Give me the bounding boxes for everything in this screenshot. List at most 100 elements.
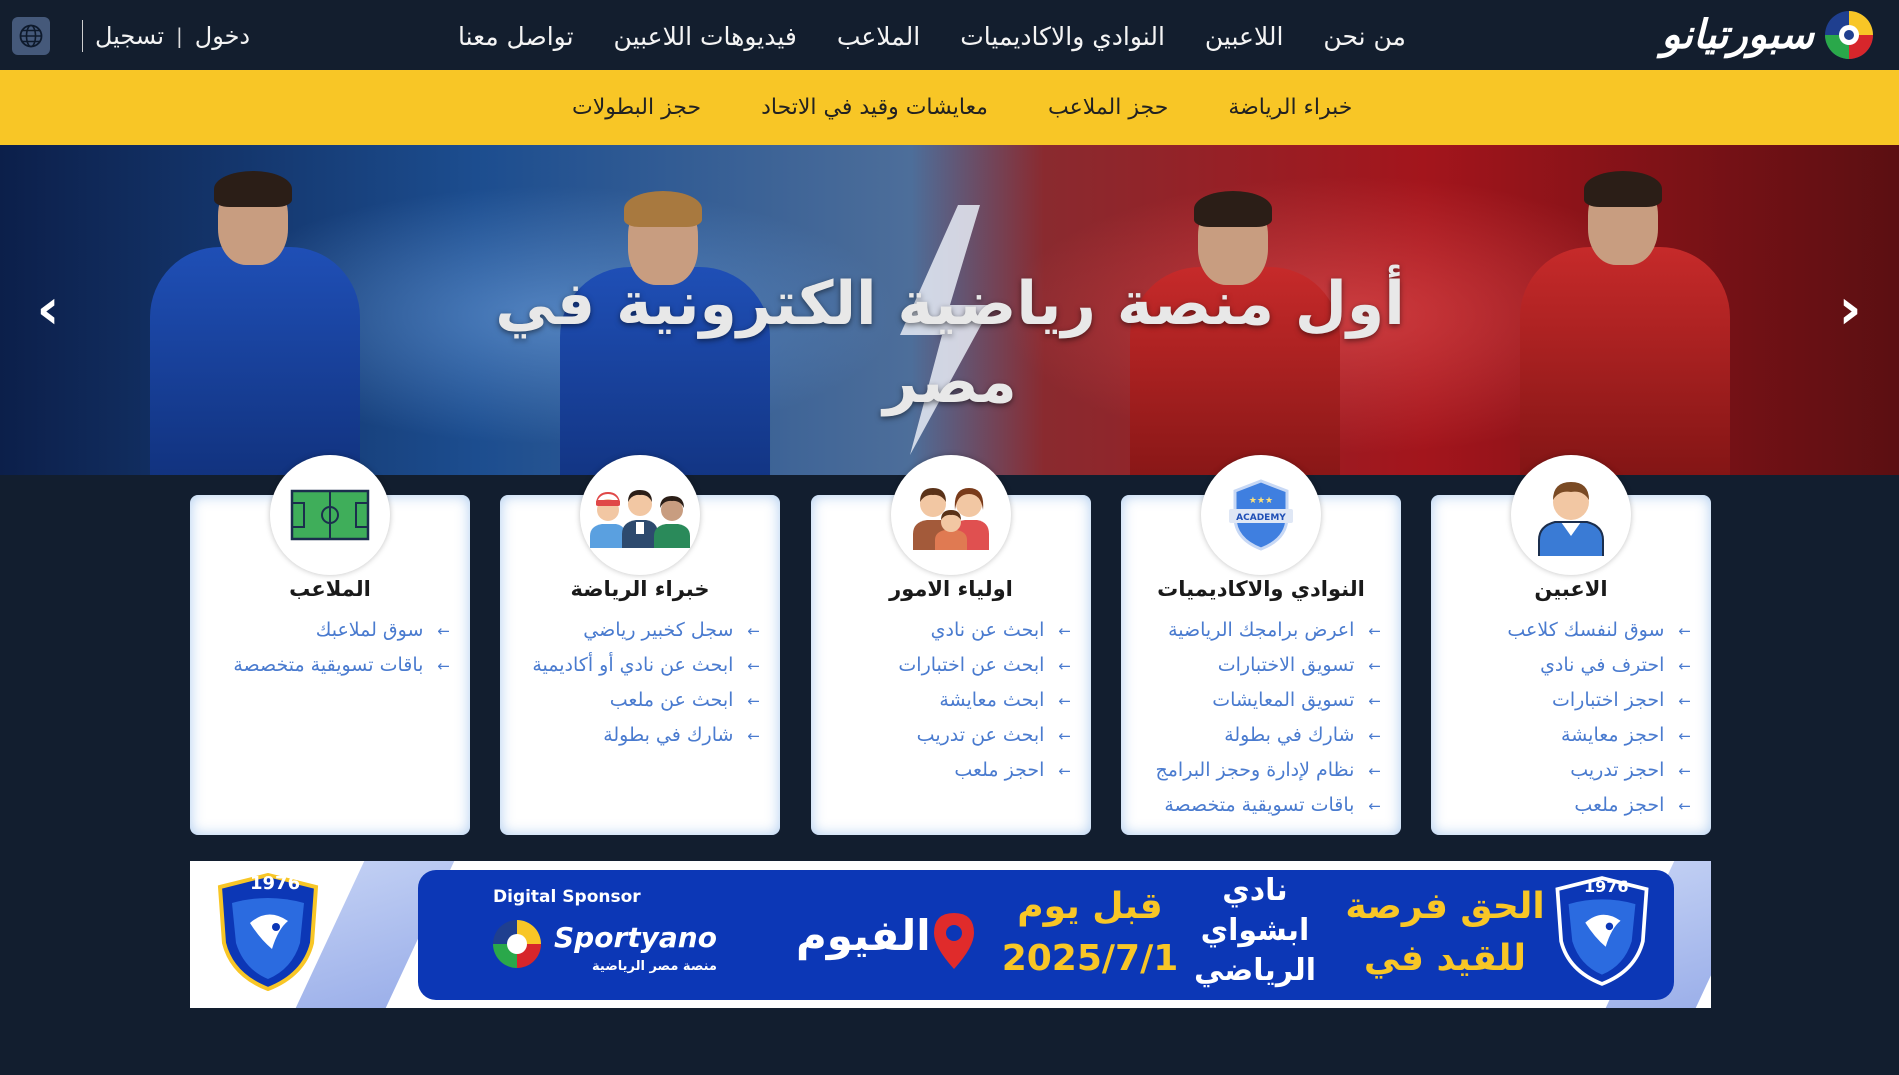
arrow-left-icon: ← — [1678, 727, 1691, 745]
card-link-label: ابحث عن نادي — [930, 619, 1045, 641]
arrow-left-icon: ← — [747, 727, 760, 745]
arrow-left-icon: ← — [1368, 762, 1381, 780]
player-hair — [1194, 191, 1272, 227]
login-link[interactable]: دخول — [195, 22, 250, 50]
nav-fields[interactable]: الملاعب — [837, 22, 920, 51]
card-title: الاعبين — [1534, 577, 1608, 601]
arrow-left-icon: ← — [1058, 762, 1071, 780]
nav-clubs[interactable]: النوادي والاكاديميات — [960, 22, 1165, 51]
arrow-left-icon: ← — [1678, 657, 1691, 675]
arrow-left-icon: ← — [1678, 692, 1691, 710]
register-link[interactable]: تسجيل — [95, 22, 164, 50]
card-link[interactable]: ← ابحث معايشة — [898, 683, 1071, 718]
nav-players[interactable]: اللاعبين — [1205, 22, 1284, 51]
deadline-line1: قبل يوم — [1017, 886, 1163, 927]
nav-contact[interactable]: تواصل معنا — [458, 22, 574, 51]
card-link[interactable]: ← تسويق المعايشات — [1155, 683, 1381, 718]
card-title: اولياء الامور — [889, 577, 1013, 601]
card-link[interactable]: ← احجز ملعب — [898, 753, 1071, 788]
card-icon-wrap — [1511, 455, 1631, 575]
sponsor-logo-icon — [493, 920, 541, 968]
card-icon-wrap: ACADEMY ★★★ — [1201, 455, 1321, 575]
card-link-label: احجز اختبارات — [1551, 689, 1665, 711]
card-link[interactable]: ← احجز معايشة — [1507, 718, 1691, 753]
promo-banner[interactable]: 1976 Digital Sponsor Sportyano منصة مصر … — [190, 861, 1711, 1008]
card-link[interactable]: ← احترف في نادي — [1507, 648, 1691, 683]
nav-player-videos[interactable]: فيديوهات اللاعبين — [614, 22, 797, 51]
arrow-left-icon: ← — [437, 657, 450, 675]
card-link[interactable]: ← شارك في بطولة — [1155, 718, 1381, 753]
card-link[interactable]: ← نظام لإدارة وحجز البرامج — [1155, 753, 1381, 788]
card-link[interactable]: ← احجز ملعب — [1507, 788, 1691, 823]
arrow-left-icon: ← — [747, 622, 760, 640]
crest-year-left: 1976 — [250, 873, 301, 894]
card-link-label: شارك في بطولة — [1224, 724, 1355, 746]
subnav-book-fields[interactable]: حجز الملاعب — [1048, 95, 1168, 120]
arrow-left-icon: ← — [1368, 692, 1381, 710]
card-link-label: ابحث عن تدريب — [916, 724, 1045, 746]
card-link[interactable]: ← سوق لنفسك كلاعب — [1507, 613, 1691, 648]
card-icon-wrap — [270, 455, 390, 575]
card-link[interactable]: ← سجل كخبير رياضي — [532, 613, 760, 648]
card-links: ← سوق لملاعبك ← باقات تسويقية متخصصة — [233, 613, 450, 683]
arrow-left-icon: ← — [1678, 622, 1691, 640]
arrow-left-icon: ← — [437, 622, 450, 640]
card-title: خبراء الرياضة — [570, 577, 710, 601]
nav-about[interactable]: من نحن — [1323, 22, 1406, 51]
card-link[interactable]: ← اعرض برامجك الرياضية — [1155, 613, 1381, 648]
card-link-label: باقات تسويقية متخصصة — [233, 654, 424, 676]
arrow-left-icon: ← — [1678, 762, 1691, 780]
site-logo[interactable]: سبورتيانو — [1596, 6, 1876, 64]
sponsor-name: Sportyano — [554, 921, 717, 954]
sub-navbar: خبراء الرياضة حجز الملاعب معايشات وقيد ف… — [0, 70, 1899, 145]
card-link[interactable]: ← سوق لملاعبك — [233, 613, 450, 648]
card-link-label: احجز معايشة — [1561, 724, 1665, 746]
hero-prev-arrow[interactable]: ‹ — [28, 282, 68, 338]
card-link[interactable]: ← ابحث عن تدريب — [898, 718, 1071, 753]
card-link[interactable]: ← شارك في بطولة — [532, 718, 760, 753]
subnav-book-tournaments[interactable]: حجز البطولات — [572, 95, 701, 120]
auth-links: تسجيل | دخول — [82, 17, 250, 55]
card-link[interactable]: ← باقات تسويقية متخصصة — [1155, 788, 1381, 823]
player-hair — [1584, 171, 1662, 207]
experts-icon — [590, 490, 690, 548]
card-links: ←اعرض برامجك الرياضية ←تسويق الاختبارات … — [1155, 613, 1381, 823]
card-link-label: اعرض برامجك الرياضية — [1168, 619, 1355, 641]
auth-separator: | — [176, 24, 183, 48]
card-link[interactable]: ← ابحث عن اختبارات — [898, 648, 1071, 683]
subnav-experts[interactable]: خبراء الرياضة — [1228, 95, 1352, 120]
language-button[interactable] — [12, 17, 50, 55]
field-icon — [290, 489, 370, 541]
card-link[interactable]: ← احجز اختبارات — [1507, 683, 1691, 718]
card-icon-wrap — [891, 455, 1011, 575]
sponsor-label: Digital Sponsor — [493, 887, 641, 907]
card-link[interactable]: ← باقات تسويقية متخصصة — [233, 648, 450, 683]
card-link[interactable]: ← ابحث عن نادي أو أكاديمية — [532, 648, 760, 683]
arrow-left-icon: ← — [1368, 622, 1381, 640]
card-link-label: شارك في بطولة — [603, 724, 734, 746]
player-hair — [624, 191, 702, 227]
headline-line2: للقيد في — [1363, 938, 1527, 979]
card-link[interactable]: ← ابحث عن ملعب — [532, 683, 760, 718]
card-title: الملاعب — [289, 577, 371, 601]
card-link-label: احجز ملعب — [954, 759, 1045, 781]
academy-icon: ACADEMY ★★★ — [1229, 479, 1293, 551]
arrow-left-icon: ← — [1058, 692, 1071, 710]
svg-text:ACADEMY: ACADEMY — [1236, 513, 1286, 523]
card-link-label: باقات تسويقية متخصصة — [1164, 794, 1355, 816]
card-experts: خبراء الرياضة ← سجل كخبير رياضي ← ابحث عن … — [500, 455, 780, 835]
card-link-label: احجز ملعب — [1574, 794, 1665, 816]
divider — [82, 20, 83, 52]
subnav-trials-registration[interactable]: معايشات وقيد في الاتحاد — [761, 95, 988, 120]
arrow-left-icon: ← — [1368, 657, 1381, 675]
crest-year-right: 1976 — [1584, 877, 1629, 896]
globe-icon — [19, 24, 43, 48]
card-link-label: سوق لملاعبك — [315, 619, 424, 641]
card-link[interactable]: ← تسويق الاختبارات — [1155, 648, 1381, 683]
card-link[interactable]: ← احجز تدريب — [1507, 753, 1691, 788]
card-link-label: نظام لإدارة وحجز البرامج — [1155, 759, 1355, 781]
card-link[interactable]: ← ابحث عن نادي — [898, 613, 1071, 648]
card-parents: اولياء الامور ← ابحث عن نادي ← ابحث عن اخت… — [811, 455, 1091, 835]
card-title: النوادي والاكاديميات — [1157, 577, 1365, 601]
hero-next-arrow[interactable]: › — [1830, 282, 1870, 338]
